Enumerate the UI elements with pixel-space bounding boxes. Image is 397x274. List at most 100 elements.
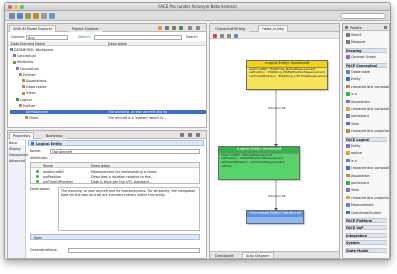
name-input[interactable]: OwnAircraft [50, 148, 200, 154]
new-icon[interactable] [9, 13, 15, 19]
minimize-view-icon[interactable] [196, 26, 200, 30]
properties-nav-advanced[interactable]: Advanced [9, 159, 25, 163]
add-icon[interactable] [179, 26, 183, 30]
attribute-name: owAircraftID [43, 169, 64, 174]
palette-drawer[interactable]: Drawing [345, 47, 387, 53]
palette-tool[interactable]: Select [345, 33, 387, 38]
column-value: Any [28, 35, 35, 40]
palette-menu-icon[interactable] [384, 26, 387, 29]
palette-drawer[interactable]: FACE UoP [345, 225, 387, 231]
palette-tool[interactable]: is a [345, 158, 387, 164]
palette-label: characteristic projection [351, 196, 390, 200]
search-button[interactable]: Search [186, 35, 198, 39]
palette-tool[interactable]: Association [345, 173, 387, 179]
tree-item[interactable]: DATAMODEL Workspace [10, 48, 206, 52]
quick-access-input[interactable] [340, 13, 386, 19]
tab-dashboard[interactable]: Dashboard [211, 252, 238, 258]
palette-tool[interactable]: characteristic composition [345, 107, 389, 112]
search-toolbar-icon[interactable] [41, 13, 47, 19]
properties-nav-display[interactable]: Display [9, 147, 25, 151]
generalizations-field[interactable] [68, 247, 200, 253]
attribute-description: Describes a location relative to the... [91, 174, 154, 179]
tab-properties[interactable]: Properties [9, 132, 35, 139]
palette-drawer[interactable]: FACE Conceptual [345, 62, 387, 68]
palette-tool[interactable]: Entity [345, 144, 387, 149]
description-textarea[interactable]: The ownship, or own aircraft and its cha… [58, 187, 200, 231]
zoom-icon[interactable] [234, 33, 238, 38]
link-icon[interactable] [172, 26, 176, 30]
properties-nav-deployment[interactable]: Deployment [9, 153, 29, 157]
zoom-window-button[interactable] [20, 5, 24, 9]
tree-item[interactable]: Conceptual [10, 54, 206, 58]
properties-nav-basic[interactable]: Basic [9, 141, 25, 145]
tree-item[interactable]: Associations [10, 79, 206, 83]
close-window-button[interactable] [8, 5, 12, 9]
palette-tool[interactable]: participant [345, 181, 387, 186]
spec-section[interactable]: Spec [30, 234, 200, 240]
properties-panel: Properties Bootstrap Basic Display Deploym… [7, 130, 207, 259]
node-logical-entity-green[interactable]: «Logical Entity» OwnAircraft owAircraftI… [218, 146, 300, 180]
attribute-row[interactable]: owTimeOfPosition Date & time per the UTC … [31, 179, 199, 184]
tree-item[interactable]: Views The aircraft is a 'system' which is… [10, 116, 206, 120]
tree-item[interactable]: Entities [10, 73, 206, 77]
node-attr: owFuel [221, 163, 232, 168]
props-minimize-icon[interactable] [196, 133, 200, 137]
collapse-icon[interactable] [165, 26, 169, 30]
align-icon[interactable] [220, 33, 224, 38]
tree-item[interactable]: Views [10, 91, 206, 95]
palette-tool[interactable]: realize [345, 151, 387, 156]
tree-node-icon [10, 48, 13, 52]
palette-drawer[interactable]: FACE Logical [345, 136, 387, 142]
minimize-window-button[interactable] [14, 5, 18, 9]
node-logical-entity-yellow[interactable]: «Logical Entity» OwnAircraft owAircraftI… [246, 60, 328, 90]
tree-item[interactable]: Attributes [10, 60, 206, 64]
tab-model-explorer-label: ARDUM Model Explorer [13, 27, 53, 31]
tab-bootstrap[interactable]: Bootstrap [42, 132, 67, 139]
palette-tool[interactable]: View [345, 121, 387, 127]
tab-data-diagram[interactable]: *data_ln.fdig [258, 25, 288, 32]
column-select[interactable]: Any [26, 34, 68, 40]
sync-icon[interactable] [158, 26, 162, 30]
debug-icon[interactable] [33, 13, 39, 19]
palette-tool[interactable]: characteristic composition [345, 84, 389, 90]
palette-label: Drawing [346, 48, 362, 53]
palette-tool[interactable]: Measurement [345, 203, 387, 208]
save-icon[interactable] [17, 13, 23, 19]
palette-drawer[interactable]: State Model [345, 247, 387, 253]
search-input[interactable] [94, 34, 182, 40]
palette-tool[interactable]: characteristic projection [345, 129, 389, 134]
tree-item[interactable]: Entities [10, 104, 206, 108]
tab-canonical-diagram[interactable]: *Canonical98.fdig [211, 25, 250, 32]
palette-tool[interactable]: Observable [345, 70, 387, 75]
layout-icon[interactable] [227, 33, 231, 38]
tab-auto-diagram[interactable]: Auto Diagram [242, 252, 274, 258]
pin-icon[interactable] [180, 133, 184, 137]
palette-tool[interactable]: Concept Graph [345, 55, 387, 60]
palette-label: CoordinateSystem [351, 210, 382, 215]
palette-drawer[interactable]: FACE Platform [345, 218, 387, 223]
tree-item[interactable]: DemoAircraft The ownship, or own aircraft… [10, 110, 206, 114]
tree-item[interactable]: Conceptual [10, 67, 206, 71]
run-icon[interactable] [25, 13, 31, 19]
palette-tool[interactable]: characteristic projection [345, 195, 390, 201]
palette-drawer[interactable]: System [345, 240, 387, 246]
palette-tool[interactable]: Association [345, 99, 387, 105]
tree-item-label: DATAMODEL Workspace [14, 48, 54, 52]
tab-model-explorer[interactable]: ARDUM Model Explorer [9, 25, 57, 32]
tree-item[interactable]: Logical [10, 98, 206, 102]
palette-tool[interactable]: Entity [345, 77, 387, 82]
tree-item[interactable]: Observables [10, 85, 206, 89]
tab-project-explorer[interactable]: Project Explorer [68, 25, 103, 32]
palette-tool[interactable]: participant [345, 114, 387, 119]
palette-tool[interactable]: is a [345, 92, 387, 97]
palette-tool[interactable]: characteristic composition [345, 166, 389, 171]
props-menu-icon[interactable] [188, 133, 192, 137]
palette-tool[interactable]: Marquee [345, 40, 387, 45]
node-conceptual-entity-blue[interactable]: «Conceptual Entity» OwnAircraft [246, 210, 304, 224]
palette-tool[interactable]: CoordinateSystem [345, 210, 387, 216]
view-menu-icon[interactable] [188, 26, 192, 30]
palette-drawer[interactable]: Integration [345, 232, 387, 238]
navigate-icon[interactable] [49, 13, 55, 19]
palette-tool[interactable]: View [345, 188, 387, 193]
delete-icon[interactable] [213, 33, 217, 38]
